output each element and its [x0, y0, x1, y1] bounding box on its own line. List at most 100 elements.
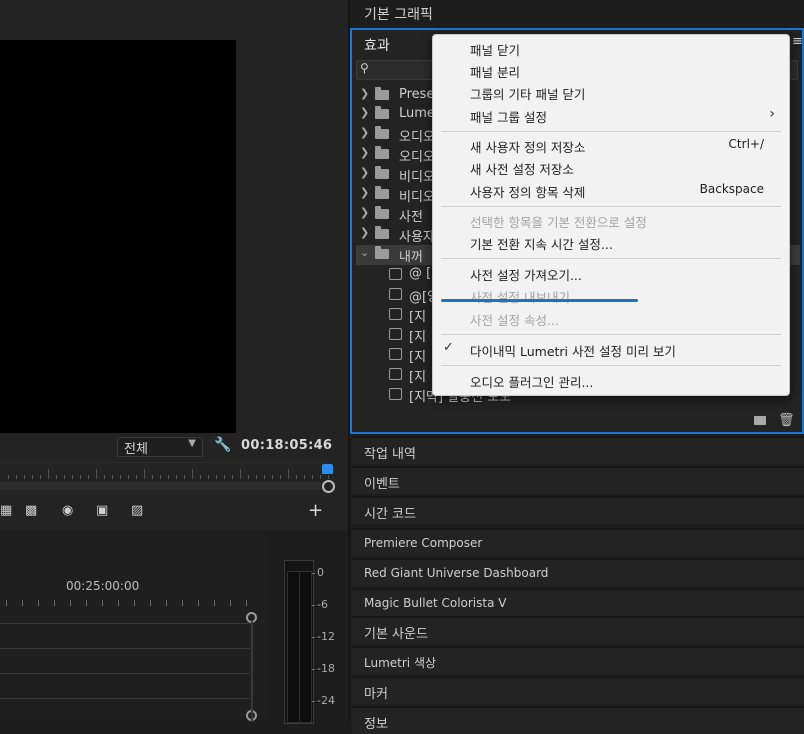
panel-label: 시간 코드 — [364, 507, 416, 522]
insert-icon[interactable]: ▦ — [0, 503, 12, 518]
preset-label: @ [ — [409, 266, 432, 281]
proxy-toggle-icon[interactable]: ▨ — [131, 503, 143, 518]
zoom-scroll-handle[interactable] — [322, 480, 335, 493]
preset-icon — [389, 268, 402, 280]
panel-markers[interactable]: 마커 — [352, 676, 804, 704]
chevron-right-icon: ❯ — [360, 87, 370, 100]
menu-separator — [441, 334, 781, 335]
audio-meter — [284, 560, 314, 724]
menu-item-label: 패널 분리 — [470, 65, 520, 80]
menu-separator — [441, 131, 781, 132]
timeline-ruler[interactable] — [0, 596, 262, 608]
panel-info[interactable]: 정보 — [352, 706, 804, 734]
wrench-icon[interactable]: 🔧 — [214, 437, 231, 453]
ruler-tick — [304, 475, 305, 479]
menu-separator — [441, 365, 781, 366]
new-bin-icon[interactable] — [754, 416, 766, 425]
menu-item-label: 사용자 정의 항목 삭제 — [470, 185, 586, 200]
search-icon: ⚲ — [360, 61, 369, 75]
ruler-tick — [320, 475, 321, 479]
playhead-marker[interactable] — [322, 464, 333, 474]
menu-item-panel-group-settings[interactable]: 패널 그룹 설정 › — [433, 104, 789, 126]
ruler-tick — [192, 469, 193, 479]
menu-separator — [441, 258, 781, 259]
ruler-tick — [6, 600, 7, 606]
panel-events[interactable]: 이벤트 — [352, 466, 804, 494]
effects-panel-title[interactable]: 효과 — [364, 35, 390, 55]
ruler-tick — [248, 475, 249, 479]
track-divider — [0, 673, 250, 674]
folder-label: 비디오 — [399, 190, 435, 205]
menu-item-export-presets[interactable]: 사전 설정 내보내기... — [433, 284, 789, 306]
folder-label: 비디오 — [399, 170, 435, 185]
menu-item-preset-properties[interactable]: 사전 설정 속성... — [433, 307, 789, 329]
menu-item-label: 새 사전 설정 저장소 — [470, 162, 574, 177]
ruler-tick — [312, 475, 313, 479]
panel-menu-icon[interactable]: ≡ — [792, 34, 803, 49]
scrub-bar[interactable] — [0, 482, 328, 490]
ruler-tick — [38, 600, 39, 606]
timeline-scrollbar[interactable] — [251, 620, 253, 722]
ruler-tick — [200, 475, 201, 479]
trash-icon[interactable]: 🗑 — [778, 413, 795, 428]
menu-item-undock-panel[interactable]: 패널 분리 — [433, 59, 789, 81]
ruler-tick — [246, 600, 247, 606]
preset-icon — [389, 308, 402, 320]
menu-item-set-default-transition[interactable]: 선택한 항목을 기본 전환으로 설정 — [433, 209, 789, 231]
panel-basic-graphics[interactable]: 기본 그래픽 — [364, 4, 433, 24]
panel-history[interactable]: 작업 내역 — [352, 436, 804, 464]
chevron-right-icon: ❯ — [360, 106, 370, 119]
ruler-tick — [32, 475, 33, 479]
db-label: -6 — [312, 598, 328, 611]
ruler-tick — [208, 475, 209, 479]
add-button-icon[interactable]: + — [308, 500, 323, 521]
ruler-tick — [166, 600, 167, 606]
chevron-right-icon: ❯ — [360, 206, 370, 219]
menu-item-set-default-transition-duration[interactable]: 기본 전환 지속 시간 설정... — [433, 231, 789, 253]
menu-item-delete-custom-item[interactable]: 사용자 정의 항목 삭제 Backspace — [433, 179, 789, 201]
folder-icon — [375, 226, 389, 239]
folder-label: 사용자 — [399, 230, 435, 245]
chevron-down-icon: ▼ — [188, 438, 196, 449]
preset-label: [지 — [409, 330, 427, 345]
menu-item-dynamic-lumetri-preview[interactable]: ✓ 다이내믹 Lumetri 사전 설정 미리 보기 — [433, 338, 789, 360]
menu-item-close-panel[interactable]: 패널 닫기 — [433, 37, 789, 59]
panel-red-giant-dashboard[interactable]: Red Giant Universe Dashboard — [352, 558, 804, 586]
menu-item-manage-audio-plugins[interactable]: 오디오 플러그인 관리... — [433, 369, 789, 391]
ruler-tick — [176, 475, 177, 479]
panel-context-menu: 패널 닫기 패널 분리 그룹의 기타 패널 닫기 패널 그룹 설정 › 새 사용자… — [432, 34, 790, 396]
panel-essential-sound[interactable]: 기본 사운드 — [352, 616, 804, 644]
monitor-time-ruler[interactable] — [0, 462, 330, 481]
chevron-right-icon: ❯ — [360, 166, 370, 179]
compare-view-icon[interactable]: ▣ — [96, 503, 108, 518]
ruler-tick — [136, 475, 137, 479]
camera-icon[interactable]: ◉ — [62, 503, 73, 518]
panel-premiere-composer[interactable]: Premiere Composer — [352, 528, 804, 556]
chevron-right-icon: ❯ — [360, 186, 370, 199]
ruler-tick — [230, 600, 231, 606]
menu-item-close-other-panels[interactable]: 그룹의 기타 패널 닫기 — [433, 81, 789, 103]
menu-item-new-custom-bin[interactable]: 새 사용자 정의 저장소 Ctrl+/ — [433, 134, 789, 156]
ruler-tick — [144, 469, 145, 479]
panel-colorista[interactable]: Magic Bullet Colorista V — [352, 588, 804, 616]
folder-icon — [375, 166, 389, 179]
lift-icon[interactable]: ▩ — [25, 503, 37, 518]
ruler-tick — [112, 475, 113, 479]
ruler-tick — [264, 475, 265, 479]
menu-item-new-presets-bin[interactable]: 새 사전 설정 저장소 — [433, 156, 789, 178]
track-divider — [0, 648, 250, 649]
playhead-timecode[interactable]: 00:18:05:46 — [241, 438, 332, 453]
meter-channel-right — [299, 571, 312, 723]
zoom-level-select[interactable]: 전체 ▼ — [117, 437, 203, 457]
preset-icon — [389, 388, 402, 400]
panel-timecode[interactable]: 시간 코드 — [352, 496, 804, 524]
menu-item-shortcut: Ctrl+/ — [728, 137, 764, 151]
folder-label: 내꺼 — [399, 250, 423, 265]
menu-item-label: 선택한 항목을 기본 전환으로 설정 — [470, 215, 647, 230]
panel-lumetri-color[interactable]: Lumetri 색상 — [352, 646, 804, 674]
ruler-tick — [40, 475, 41, 479]
ruler-tick — [216, 475, 217, 479]
menu-item-import-presets[interactable]: 사전 설정 가져오기... — [433, 262, 789, 284]
ruler-tick — [280, 475, 281, 479]
chevron-right-icon: ❯ — [360, 146, 370, 159]
